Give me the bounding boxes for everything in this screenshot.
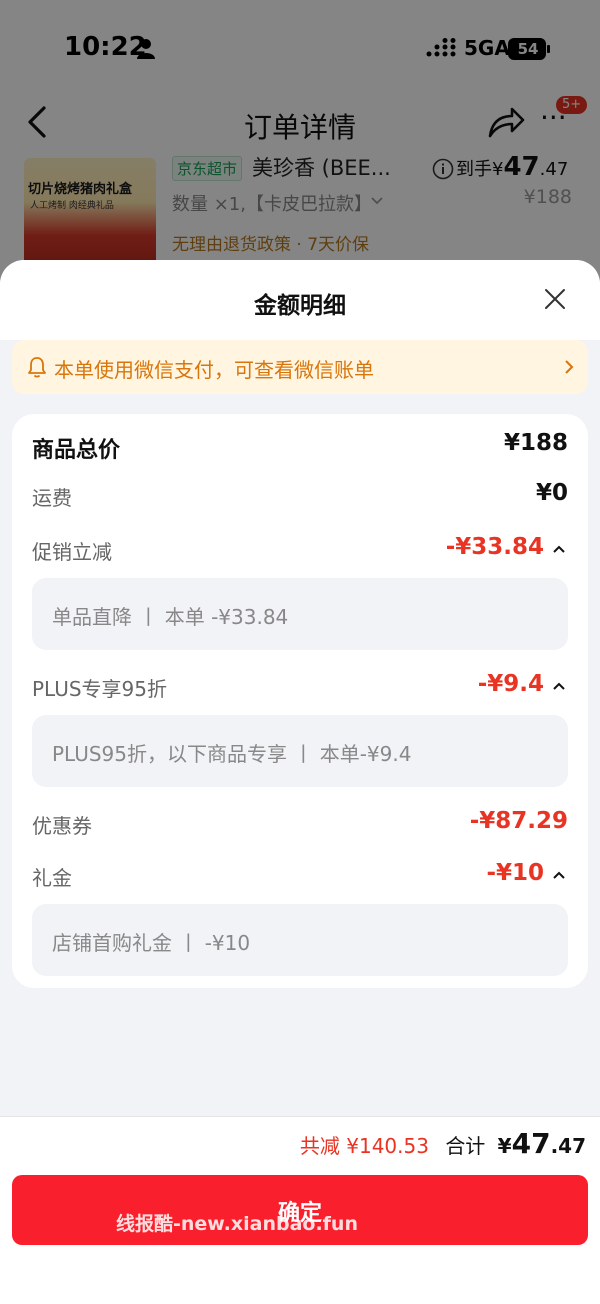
modal-overlay[interactable]: [0, 0, 600, 300]
shipping-label: 运费: [32, 486, 72, 510]
chevron-right-icon: [565, 360, 574, 374]
total-int: 47: [511, 1127, 551, 1160]
shipping-value: ¥0: [535, 480, 568, 506]
shipping-row: 运费 ¥0: [32, 480, 568, 516]
sheet-header: 金额明细: [0, 260, 600, 340]
plus-detail-text: PLUS95折，以下商品专享 丨 本单-¥9.4: [52, 742, 412, 766]
gift-money-detail-box: 店铺首购礼金 丨 -¥10: [32, 904, 568, 976]
wechat-pay-notice[interactable]: 本单使用微信支付，可查看微信账单: [12, 340, 588, 394]
total-line: 共减 ¥140.53 合计 ¥47.47: [300, 1127, 586, 1160]
bell-icon: [28, 357, 46, 378]
goods-total-row: 商品总价 ¥188: [32, 430, 568, 466]
chevron-up-icon: [553, 682, 565, 690]
promo-value: -¥33.84: [445, 534, 544, 560]
chevron-up-icon: [553, 545, 565, 553]
close-icon[interactable]: [543, 287, 567, 311]
plus-discount-row[interactable]: PLUS专享95折 -¥9.4: [32, 671, 568, 707]
gift-money-label: 礼金: [32, 866, 72, 890]
watermark: 线报酷-new.xianbao.fun: [116, 1213, 358, 1235]
coupon-value: -¥87.29: [469, 808, 568, 834]
total-saved: 共减 ¥140.53: [299, 1134, 429, 1158]
gift-money-value: -¥10: [486, 860, 544, 886]
chevron-up-icon: [553, 871, 565, 879]
promo-detail-text: 单品直降 丨 本单 -¥33.84: [52, 605, 289, 629]
coupon-label: 优惠券: [32, 814, 92, 838]
plus-discount-value: -¥9.4: [477, 671, 544, 697]
total-symbol: ¥: [497, 1134, 512, 1158]
goods-total-value: ¥188: [503, 430, 568, 456]
plus-discount-label: PLUS专享95折: [32, 677, 167, 701]
total-label: 合计: [445, 1134, 486, 1158]
notice-text: 本单使用微信支付，可查看微信账单: [54, 358, 374, 382]
promo-label: 促销立减: [32, 540, 112, 564]
goods-total-label: 商品总价: [32, 438, 121, 463]
plus-detail-box: PLUS95折，以下商品专享 丨 本单-¥9.4: [32, 715, 568, 787]
sheet-title: 金额明细: [254, 293, 346, 319]
confirm-button[interactable]: 确定 线报酷-new.xianbao.fun: [12, 1175, 588, 1245]
promo-row[interactable]: 促销立减 -¥33.84: [32, 534, 568, 570]
gift-money-detail-text: 店铺首购礼金 丨 -¥10: [52, 931, 251, 955]
coupon-row: 优惠券 -¥87.29: [32, 808, 568, 844]
price-detail-card: 商品总价 ¥188 运费 ¥0 促销立减 -¥33.84 单品直降 丨 本单 -…: [12, 414, 588, 988]
gift-money-row[interactable]: 礼金 -¥10: [32, 860, 568, 896]
promo-detail-box: 单品直降 丨 本单 -¥33.84: [32, 578, 568, 650]
sheet-footer: 共减 ¥140.53 合计 ¥47.47 确定 线报酷-new.xianbao.…: [0, 1116, 600, 1304]
total-dec: .47: [550, 1134, 586, 1158]
